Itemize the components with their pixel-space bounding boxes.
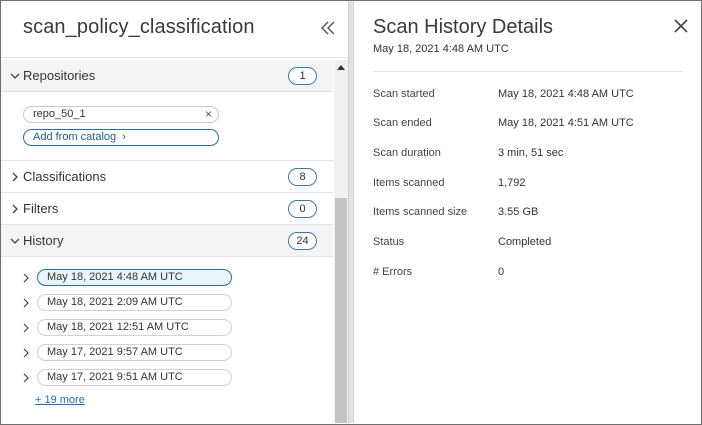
close-icon[interactable] <box>673 18 689 34</box>
section-repositories-label: Repositories <box>23 68 96 83</box>
panel-resize-divider[interactable] <box>348 1 354 423</box>
field-label-status: Status <box>373 236 405 248</box>
history-more-link[interactable]: + 19 more <box>35 394 85 406</box>
details-subtitle: May 18, 2021 4:48 AM UTC <box>373 43 509 55</box>
left-scroll-area[interactable]: Repositories 1 repo_50_1 × Add from cata… <box>1 60 333 423</box>
section-classifications-label: Classifications <box>23 169 107 184</box>
chevron-right-icon: › <box>122 131 126 143</box>
history-row: May 17, 2021 9:57 AM UTC <box>1 342 333 364</box>
chevron-right-icon[interactable] <box>21 347 31 359</box>
field-value-scan-duration: 3 min, 51 sec <box>498 147 564 159</box>
details-separator <box>373 71 683 72</box>
double-chevron-left-icon[interactable] <box>319 18 337 38</box>
add-from-catalog-button[interactable]: Add from catalog › <box>23 129 219 146</box>
details-title: Scan History Details <box>373 16 554 38</box>
field-label-scan-started: Scan started <box>373 88 435 100</box>
scrollbar-thumb[interactable] <box>335 198 347 423</box>
history-row: May 18, 2021 2:09 AM UTC <box>1 292 333 314</box>
field-value-status: Completed <box>498 236 552 248</box>
history-entry-pill[interactable]: May 17, 2021 9:57 AM UTC <box>37 344 232 361</box>
chevron-right-icon[interactable] <box>21 272 31 284</box>
section-filters-label: Filters <box>23 201 59 216</box>
section-repositories-header[interactable]: Repositories 1 <box>1 60 333 92</box>
chevron-right-icon[interactable] <box>21 297 31 309</box>
history-entry-pill[interactable]: May 18, 2021 4:48 AM UTC <box>37 269 232 286</box>
field-value-scan-ended: May 18, 2021 4:51 AM UTC <box>498 117 634 129</box>
field-label-items-scanned-size: Items scanned size <box>373 206 468 218</box>
scroll-up-arrow-icon[interactable] <box>337 65 345 70</box>
chevron-down-icon <box>10 238 20 244</box>
section-history-header[interactable]: History 24 <box>1 225 333 257</box>
add-from-catalog-label: Add from catalog <box>33 131 117 143</box>
left-panel: scan_policy_classification Repositories … <box>1 1 348 423</box>
classifications-count-badge: 8 <box>288 168 317 186</box>
field-value-errors: 0 <box>498 266 505 278</box>
section-history-label: History <box>23 233 64 248</box>
history-row: May 17, 2021 9:51 AM UTC <box>1 367 333 389</box>
history-entry-pill[interactable]: May 17, 2021 9:51 AM UTC <box>37 369 232 386</box>
panel-title: scan_policy_classification <box>23 16 255 38</box>
history-count-badge: 24 <box>288 232 317 250</box>
field-label-errors: # Errors <box>373 266 413 278</box>
history-entry-pill[interactable]: May 18, 2021 12:51 AM UTC <box>37 319 232 336</box>
section-filters-header[interactable]: Filters 0 <box>1 193 333 225</box>
field-value-items-scanned: 1,792 <box>498 177 526 189</box>
field-label-items-scanned: Items scanned <box>373 177 445 189</box>
chevron-right-icon <box>12 172 18 182</box>
field-value-items-scanned-size: 3.55 GB <box>498 206 539 218</box>
history-row: May 18, 2021 4:48 AM UTC <box>1 267 333 289</box>
field-label-scan-ended: Scan ended <box>373 117 432 129</box>
repo-chip: repo_50_1 × <box>23 106 219 123</box>
repo-chip-label: repo_50_1 <box>33 108 86 120</box>
chevron-right-icon[interactable] <box>21 372 31 384</box>
filters-count-badge: 0 <box>288 200 317 218</box>
remove-repo-icon[interactable]: × <box>205 107 212 122</box>
history-entry-pill[interactable]: May 18, 2021 2:09 AM UTC <box>37 294 232 311</box>
chevron-down-icon <box>10 73 20 79</box>
chevron-right-icon <box>12 204 18 214</box>
details-panel: Scan History Details May 18, 2021 4:48 A… <box>355 1 700 423</box>
left-scrollbar[interactable] <box>334 60 348 423</box>
history-row: May 18, 2021 12:51 AM UTC <box>1 317 333 339</box>
repositories-body: repo_50_1 × Add from catalog › <box>1 93 333 161</box>
field-value-scan-started: May 18, 2021 4:48 AM UTC <box>498 88 634 100</box>
section-classifications-header[interactable]: Classifications 8 <box>1 161 333 193</box>
repositories-count-badge: 1 <box>288 67 317 85</box>
field-label-scan-duration: Scan duration <box>373 147 441 159</box>
chevron-right-icon[interactable] <box>21 322 31 334</box>
left-panel-header: scan_policy_classification <box>1 1 348 58</box>
